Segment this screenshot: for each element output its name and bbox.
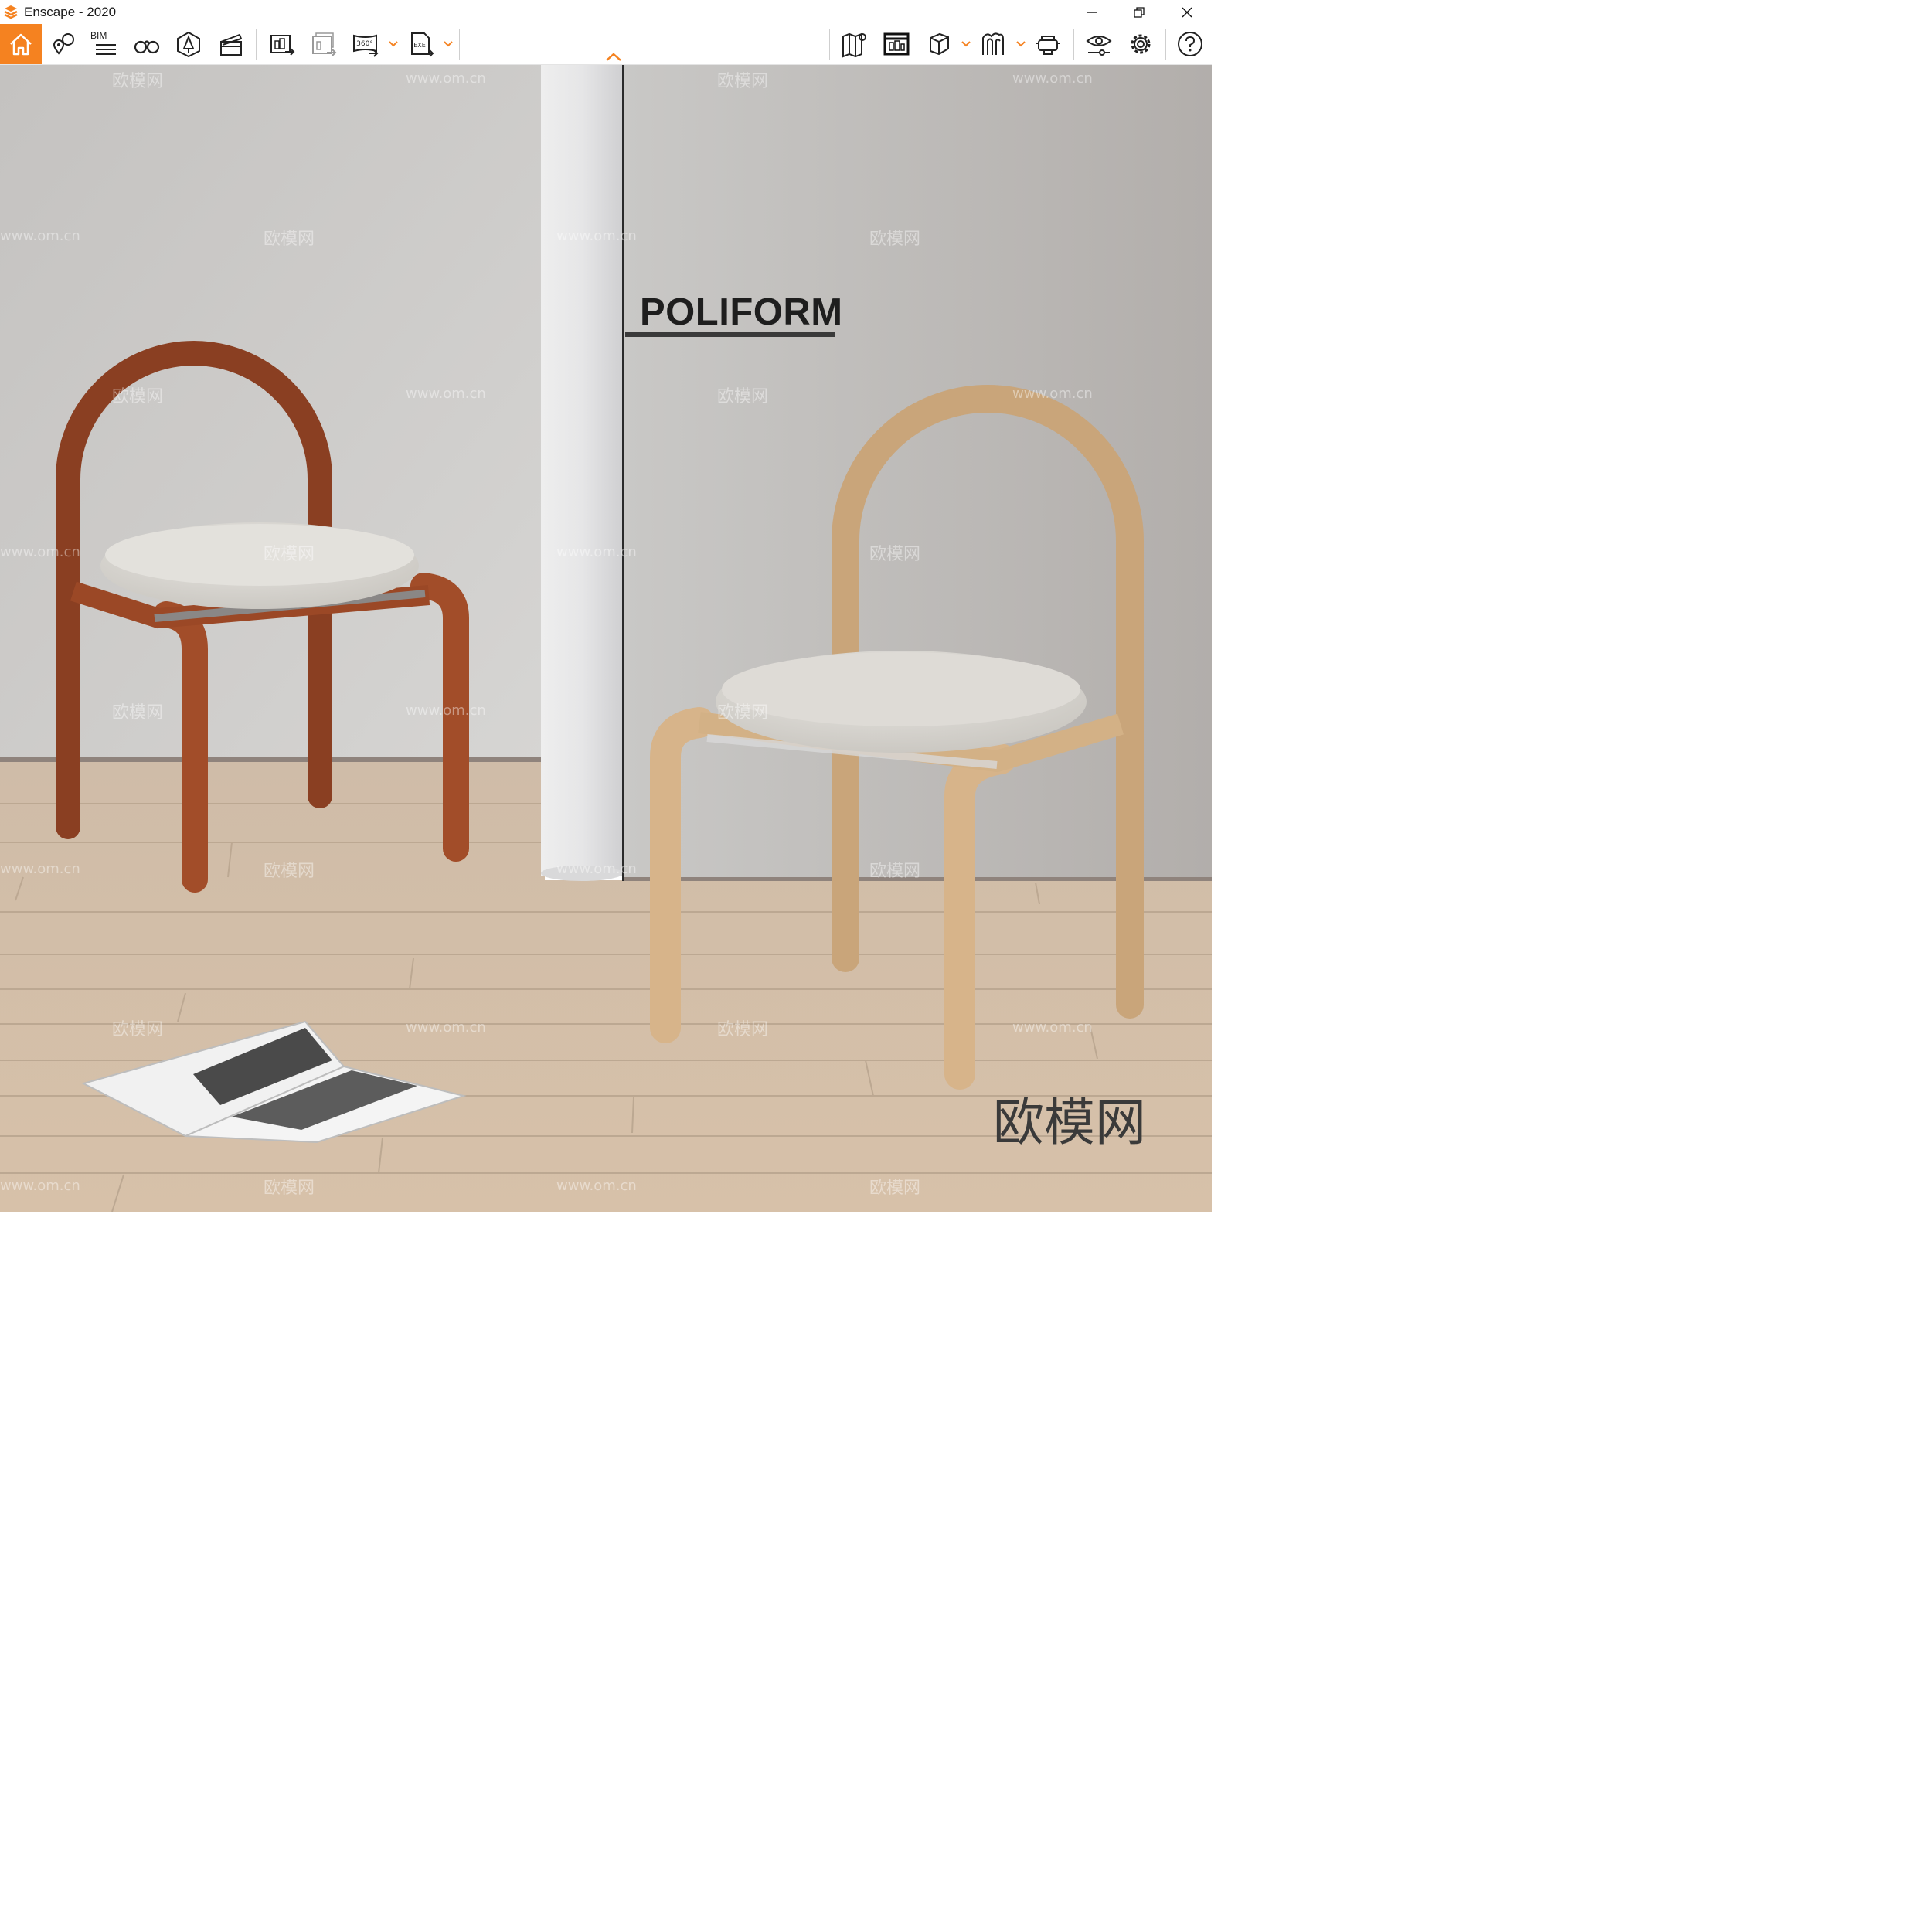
upload-button[interactable] (876, 24, 917, 64)
brand-underline (625, 332, 835, 337)
visual-settings-button[interactable] (1079, 24, 1119, 64)
toolbar-separator (256, 29, 257, 60)
chevron-down-icon (961, 41, 971, 47)
cube-icon (930, 32, 949, 56)
scene-render (0, 65, 1212, 1212)
orthographic-dropdown[interactable] (961, 24, 971, 64)
walk-mode-button[interactable] (127, 24, 167, 64)
help-button[interactable] (1170, 24, 1210, 64)
close-button[interactable] (1164, 0, 1210, 24)
section-curtain-icon (982, 32, 1004, 55)
panorama-360-icon: 360° (353, 34, 379, 57)
general-settings-button[interactable] (1121, 24, 1161, 64)
restore-button[interactable] (1116, 0, 1162, 24)
map-button[interactable] (835, 24, 875, 64)
title-bar: Enscape - 2020 (0, 0, 1212, 24)
batch-render-icon (312, 32, 337, 56)
collapse-toolbar-icon[interactable] (604, 51, 623, 63)
panorama-dropdown[interactable] (388, 24, 399, 64)
vr-headset-icon (1036, 36, 1060, 55)
bim-label: BIM (90, 30, 107, 41)
orthographic-view-button[interactable] (918, 24, 958, 64)
toolbar-separator (829, 29, 830, 60)
home-button[interactable] (0, 24, 42, 64)
asset-library-button[interactable] (168, 24, 209, 64)
render-panorama-button[interactable]: 360° (345, 24, 386, 64)
toolbar-separator (459, 29, 460, 60)
map-pin-icon (842, 32, 866, 58)
export-exe-icon: EXE (411, 32, 434, 57)
render-screenshot-button[interactable] (262, 24, 302, 64)
vr-headset-button[interactable] (1028, 24, 1068, 64)
home-icon (10, 33, 32, 56)
gear-icon (1131, 34, 1151, 54)
asset-library-icon (177, 31, 200, 58)
eye-settings-icon (1086, 36, 1112, 56)
restore-icon (1134, 6, 1145, 18)
export-dropdown[interactable] (443, 24, 454, 64)
help-icon (1178, 32, 1202, 56)
minimize-icon (1087, 11, 1097, 13)
render-image-icon (270, 35, 295, 56)
location-pin-icon (53, 33, 74, 55)
chevron-down-icon (389, 41, 398, 47)
section-button[interactable] (973, 24, 1013, 64)
web-upload-icon (883, 32, 910, 56)
brand-text: POLIFORM (640, 291, 843, 333)
window-title: Enscape - 2020 (24, 5, 117, 19)
svg-text:EXE: EXE (413, 42, 426, 49)
toolbar-separator (1165, 29, 1166, 60)
clapperboard-icon (220, 33, 243, 56)
site-watermark-large: 欧模网 (993, 1093, 1146, 1152)
minimize-button[interactable] (1069, 0, 1115, 24)
chevron-down-icon (1016, 41, 1026, 47)
chevron-down-icon (444, 41, 453, 47)
toolbar-separator (1073, 29, 1074, 60)
video-editor-button[interactable] (210, 24, 250, 64)
close-icon (1182, 6, 1192, 18)
batch-render-button[interactable] (304, 24, 344, 64)
binoculars-icon (134, 40, 160, 54)
enscape-logo-icon (4, 5, 18, 19)
export-exe-button[interactable]: EXE (401, 24, 441, 64)
render-viewport[interactable]: POLIFORM 欧模网 www.om.cn 欧模网 www.om.cn www… (0, 65, 1212, 1212)
section-dropdown[interactable] (1015, 24, 1026, 64)
views-button[interactable] (43, 24, 83, 64)
svg-text:360°: 360° (356, 40, 373, 48)
